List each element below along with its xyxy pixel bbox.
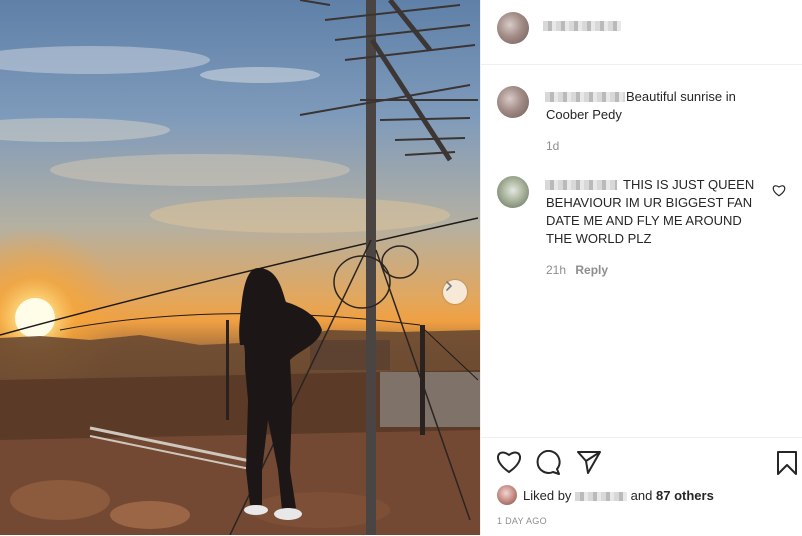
post-actions: Liked by and 87 others 1 DAY AGO — [481, 437, 802, 536]
liker-username-redacted[interactable] — [575, 492, 628, 501]
likes-connector: and — [630, 488, 653, 503]
likes-prefix: Liked by — [523, 488, 572, 503]
heart-icon[interactable] — [496, 450, 522, 474]
bookmark-icon[interactable] — [776, 450, 798, 476]
liker-avatar[interactable] — [497, 485, 517, 505]
likes-summary: Liked by and 87 others — [523, 488, 714, 503]
author-username-redacted[interactable] — [543, 21, 621, 31]
posted-ago: 1 DAY AGO — [497, 516, 547, 526]
caption-avatar[interactable] — [497, 86, 529, 118]
comment-like-icon[interactable] — [772, 184, 786, 197]
share-icon[interactable] — [576, 450, 602, 474]
caption-text: Beautiful sunrise in Coober Pedy — [546, 89, 736, 122]
next-photo-button[interactable] — [443, 280, 467, 304]
comment-time: 21h — [546, 263, 567, 277]
post-header — [481, 0, 802, 65]
comment-text: THIS IS JUST QUEEN BEHAVIOUR IM UR BIGGE… — [546, 177, 755, 246]
comment-icon[interactable] — [535, 450, 561, 476]
post-side-panel: Beautiful sunrise in Coober Pedy 1d THIS… — [480, 0, 802, 535]
chevron-right-icon — [446, 281, 453, 291]
reply-button[interactable]: Reply — [575, 263, 608, 277]
caption-time: 1d — [546, 139, 560, 153]
commenter-avatar[interactable] — [497, 176, 529, 208]
author-avatar[interactable] — [497, 12, 529, 44]
post-photo — [0, 0, 480, 535]
comment-meta: 21h Reply — [546, 263, 608, 277]
likes-others[interactable]: 87 others — [656, 488, 714, 503]
sunset-scene — [0, 0, 480, 535]
